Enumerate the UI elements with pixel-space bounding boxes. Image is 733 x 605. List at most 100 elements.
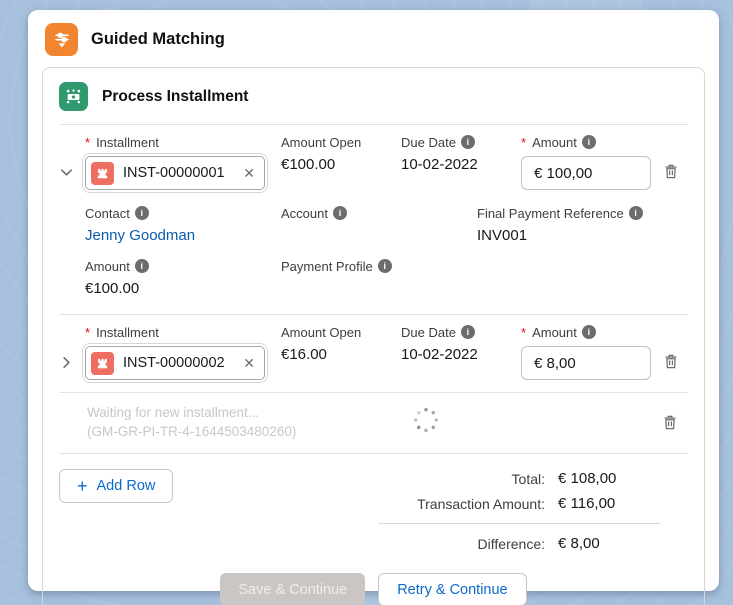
installment-record-icon [91, 162, 114, 185]
footer: + Add Row Total: € 108,00 Transaction Am… [59, 454, 688, 556]
amount-field: * Amount i [521, 324, 655, 380]
amount-open-value: €100.00 [281, 156, 401, 173]
due-date-label: Due Date [401, 135, 456, 150]
payment-icon [64, 87, 83, 106]
totals-block: Total: € 108,00 Transaction Amount: € 11… [378, 466, 660, 556]
amount-open-field: Amount Open €16.00 [281, 324, 401, 380]
installment-row-1: * Installment INST-00000001 ✕ Amount Open… [59, 125, 688, 198]
contact-link[interactable]: Jenny Goodman [85, 227, 281, 244]
panel-header: Guided Matching [28, 10, 719, 67]
trash-icon [662, 414, 678, 431]
amount-field: * Amount i [521, 134, 655, 190]
due-date-value: 10-02-2022 [401, 346, 521, 363]
info-icon[interactable]: i [135, 259, 149, 273]
info-icon[interactable]: i [461, 135, 475, 149]
installment-field: * Installment INST-00000002 ✕ [85, 324, 281, 380]
difference-label: Difference: [378, 536, 545, 552]
installment-row-2: * Installment INST-00000002 ✕ Amount Open… [59, 315, 688, 388]
difference-row: Difference: € 8,00 [378, 531, 660, 556]
account-field: Account i [281, 205, 477, 244]
card-title: Process Installment [102, 88, 248, 106]
transaction-amount-value: € 116,00 [545, 495, 660, 512]
info-icon[interactable]: i [461, 325, 475, 339]
detail-amount-label: Amount [85, 259, 130, 274]
amount-label: Amount [532, 325, 577, 340]
payment-profile-field: Payment Profile i [281, 258, 477, 297]
trash-icon [663, 163, 679, 180]
required-marker: * [85, 325, 90, 340]
installment-row-1-details: Contact i Jenny Goodman Account i Final … [59, 198, 688, 312]
guided-matching-icon [45, 23, 78, 56]
total-label: Total: [378, 471, 545, 487]
transaction-amount-label: Transaction Amount: [378, 496, 545, 512]
installment-field: * Installment INST-00000001 ✕ [85, 134, 281, 190]
trash-icon [663, 353, 679, 370]
contact-label: Contact [85, 206, 130, 221]
installment-label: Installment [96, 325, 159, 340]
transaction-amount-row: Transaction Amount: € 116,00 [378, 491, 660, 516]
final-payment-reference-value: INV001 [477, 227, 688, 244]
retry-continue-button[interactable]: Retry & Continue [378, 573, 526, 605]
plus-icon: + [77, 477, 88, 495]
waiting-message: Waiting for new installment... [87, 403, 349, 422]
delete-row-button[interactable] [662, 414, 678, 431]
remove-selection-icon[interactable]: ✕ [243, 165, 255, 182]
amount-open-label: Amount Open [281, 324, 401, 340]
amount-open-label: Amount Open [281, 134, 401, 150]
total-row: Total: € 108,00 [378, 466, 660, 491]
difference-value: € 8,00 [545, 535, 660, 552]
detail-amount-value: €100.00 [85, 280, 281, 297]
amount-input[interactable] [521, 346, 651, 380]
tower-icon [95, 166, 110, 181]
guided-matching-panel: Guided Matching Process Installment [28, 10, 719, 591]
amount-open-field: Amount Open €100.00 [281, 134, 401, 190]
due-date-label: Due Date [401, 325, 456, 340]
process-installment-card: Process Installment * Installment [42, 67, 705, 605]
contact-field: Contact i Jenny Goodman [85, 205, 281, 244]
info-icon[interactable]: i [582, 325, 596, 339]
chevron-down-icon [59, 165, 74, 180]
info-icon[interactable]: i [629, 206, 643, 220]
installment-lookup[interactable]: INST-00000001 ✕ [85, 156, 265, 190]
installment-lookup[interactable]: INST-00000002 ✕ [85, 346, 265, 380]
chevron-right-icon [59, 355, 74, 370]
amount-label: Amount [532, 135, 577, 150]
delete-row-button[interactable] [655, 134, 687, 190]
final-payment-reference-label: Final Payment Reference [477, 206, 624, 221]
amount-open-value: €16.00 [281, 346, 401, 363]
delete-row-button[interactable] [655, 324, 687, 380]
info-icon[interactable]: i [135, 206, 149, 220]
installment-pill-text: INST-00000002 [123, 355, 234, 371]
required-marker: * [85, 135, 90, 150]
detail-amount-field: Amount i €100.00 [85, 258, 281, 297]
due-date-field: Due Date i 10-02-2022 [401, 134, 521, 190]
info-icon[interactable]: i [582, 135, 596, 149]
waiting-row: Waiting for new installment... (GM-GR-PI… [59, 393, 688, 451]
process-installment-icon [59, 82, 88, 111]
installment-label: Installment [96, 135, 159, 150]
required-marker: * [521, 325, 526, 340]
info-icon[interactable]: i [378, 259, 392, 273]
final-payment-reference-field: Final Payment Reference i INV001 [477, 205, 688, 244]
tower-icon [95, 356, 110, 371]
waiting-reference: (GM-GR-PI-TR-4-1644503480260) [87, 422, 349, 441]
actions-bar: Save & Continue Retry & Continue [59, 573, 688, 605]
expand-row-button[interactable] [59, 324, 85, 380]
remove-selection-icon[interactable]: ✕ [243, 355, 255, 372]
due-date-value: 10-02-2022 [401, 156, 521, 173]
total-value: € 108,00 [545, 470, 660, 487]
add-row-label: Add Row [97, 478, 156, 494]
collapse-row-button[interactable] [59, 134, 85, 190]
info-icon[interactable]: i [333, 206, 347, 220]
card-header: Process Installment [59, 80, 688, 113]
loading-spinner-icon [411, 405, 441, 440]
account-label: Account [281, 206, 328, 221]
add-row-button[interactable]: + Add Row [59, 469, 173, 503]
installment-record-icon [91, 352, 114, 375]
amount-input[interactable] [521, 156, 651, 190]
save-continue-button[interactable]: Save & Continue [220, 573, 365, 605]
installment-pill-text: INST-00000001 [123, 165, 234, 181]
payment-profile-label: Payment Profile [281, 259, 373, 274]
required-marker: * [521, 135, 526, 150]
sliders-icon [52, 30, 72, 50]
